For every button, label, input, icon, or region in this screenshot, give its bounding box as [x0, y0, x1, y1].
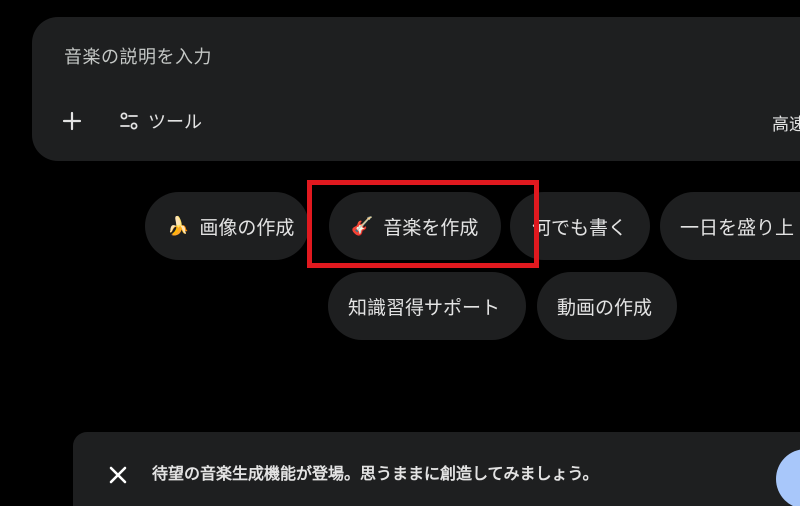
- chip-create-image[interactable]: 🍌 画像の作成: [145, 192, 309, 260]
- model-selector[interactable]: 高速: [772, 110, 800, 135]
- tools-label: ツール: [148, 112, 202, 133]
- chip-label: 画像の作成: [199, 216, 295, 239]
- chip-label: 知識習得サポート: [348, 296, 501, 319]
- chip-boost-day[interactable]: 一日を盛り上: [660, 192, 800, 260]
- banner-action-button[interactable]: [776, 449, 800, 506]
- banner-text: 待望の音楽生成機能が登場。思うままに創造してみましょう。: [152, 464, 599, 483]
- chip-label: 動画の作成: [557, 296, 653, 319]
- chip-label: 何でも書く: [532, 216, 628, 239]
- add-button[interactable]: [56, 105, 88, 137]
- tools-button[interactable]: ツール: [118, 105, 202, 137]
- close-button[interactable]: [105, 462, 131, 488]
- chip-learning-support[interactable]: 知識習得サポート: [328, 272, 526, 340]
- chip-create-video[interactable]: 動画の作成: [537, 272, 677, 340]
- plus-icon: [62, 111, 82, 131]
- chip-label: 音楽を作成: [383, 216, 479, 239]
- app-screen: 音楽の説明を入力 ツール 高速 🍌 画像の作成 🎸 音楽を作成 何でも書く 一日: [0, 0, 800, 506]
- prompt-placeholder[interactable]: 音楽の説明を入力: [64, 43, 212, 69]
- banana-icon: 🍌: [167, 215, 190, 237]
- guitar-icon: 🎸: [351, 215, 374, 237]
- chip-label: 一日を盛り上: [680, 216, 795, 239]
- chip-create-music[interactable]: 🎸 音楽を作成: [329, 192, 501, 260]
- announcement-banner: 待望の音楽生成機能が登場。思うままに創造してみましょう。: [73, 432, 800, 506]
- close-icon: [109, 466, 127, 484]
- tune-icon: [120, 112, 138, 130]
- prompt-input-box[interactable]: 音楽の説明を入力 ツール 高速: [32, 17, 800, 161]
- chip-write-anything[interactable]: 何でも書く: [510, 192, 650, 260]
